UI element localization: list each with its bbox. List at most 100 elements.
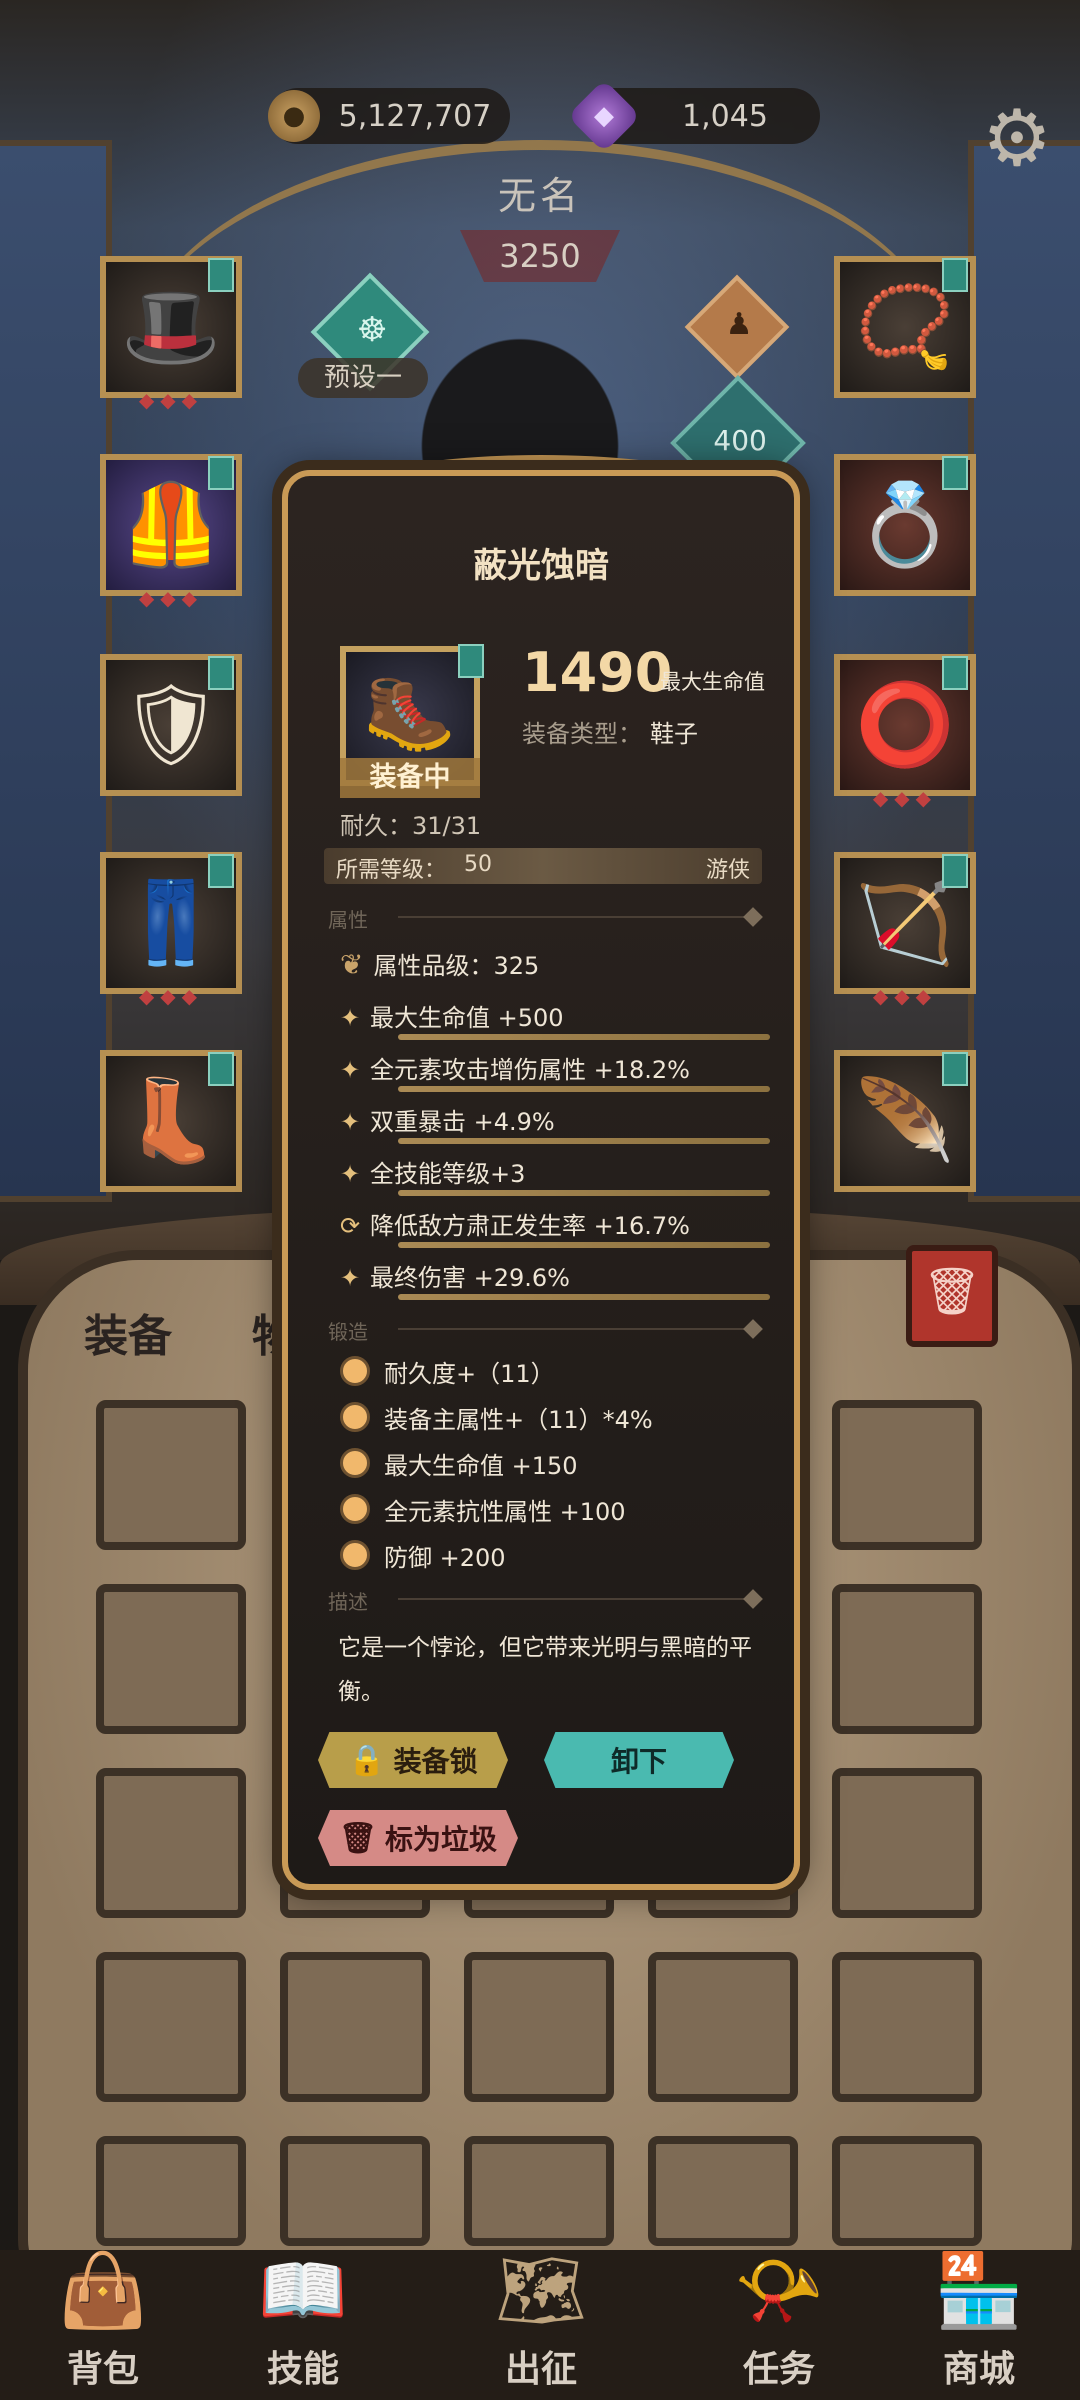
flag-icon (942, 854, 968, 888)
socket-gems: ◆◆◆ (138, 586, 204, 610)
lock-button[interactable]: 🔒 装备锁 (318, 1732, 508, 1788)
forge-row: 耐久度+（11） (340, 1354, 555, 1389)
slot-helmet[interactable]: 🎩 ◆◆◆ (100, 256, 242, 412)
class-label: 游侠 (705, 858, 750, 883)
lock-icon: 🔒 (348, 1742, 386, 1778)
slot-gloves[interactable]: 🛡 (100, 654, 242, 796)
forge-text: 全元素抗性属性 +100 (384, 1498, 626, 1526)
attr-header: 属性 (328, 908, 368, 932)
star-icon: ✦ (340, 1004, 361, 1032)
socket-gems: ◆◆◆ (138, 388, 204, 412)
equipped-label: 装备中 (340, 758, 480, 798)
gold-counter[interactable]: ● 5,127,707 (268, 88, 510, 144)
socket-gems: ◆◆◆ (872, 984, 938, 1008)
slot-crossbow[interactable]: 🏹 ◆◆◆ (834, 852, 976, 1008)
inventory-cell[interactable] (832, 1768, 982, 1918)
junk-label: 标为垃圾 (385, 1823, 498, 1856)
flag-icon (942, 656, 968, 690)
stat-text: 最大生命值 +500 (370, 1004, 564, 1032)
inventory-cell[interactable] (464, 1952, 614, 2102)
stat-row: ✦ 全元素攻击增伤属性 +18.2% (340, 1050, 770, 1085)
forge-dot-icon (340, 1356, 370, 1386)
star-icon: ✦ (340, 1056, 361, 1084)
nav-skills[interactable]: 📖 技能 (228, 2240, 378, 2400)
desc-header: 描述 (328, 1590, 368, 1614)
inventory-cell[interactable] (280, 1952, 430, 2102)
stat-text: 全元素攻击增伤属性 +18.2% (370, 1056, 690, 1084)
slot-necklace[interactable]: 📿 (834, 256, 976, 398)
flag-icon (208, 1052, 234, 1086)
flag-icon (208, 258, 234, 292)
mark-junk-button[interactable]: 🗑 标为垃圾 (318, 1810, 518, 1866)
inventory-cell[interactable] (832, 1584, 982, 1734)
stat-row: ✦ 最终伤害 +29.6% (340, 1258, 770, 1293)
inventory-cell[interactable] (648, 2136, 798, 2246)
required-level-bar: 所需等级： 50 游侠 (324, 848, 762, 884)
flag-icon (942, 1052, 968, 1086)
item-detail-popup: 蔽光蚀暗 🥾 装备中 1490 最大生命值 装备类型： 鞋子 耐久：31/31 … (282, 470, 800, 1890)
slot-bracelet[interactable]: ⭕ ◆◆◆ (834, 654, 976, 810)
inventory-cell[interactable] (832, 1952, 982, 2102)
flag-icon (208, 656, 234, 690)
forge-text: 防御 +200 (384, 1544, 506, 1572)
forge-header: 锻造 (328, 1320, 368, 1344)
stat-bar (398, 1034, 770, 1040)
inventory-cell[interactable] (464, 2136, 614, 2246)
slot-boots[interactable]: 👢 (100, 1050, 242, 1192)
right-pillar (968, 140, 1080, 1202)
slot-pants[interactable]: 👖 ◆◆◆ (100, 852, 242, 1008)
forge-row: 最大生命值 +150 (340, 1446, 578, 1481)
nav-label: 背包 (66, 2349, 139, 2390)
forge-dot-icon (340, 1540, 370, 1570)
inventory-cell[interactable] (96, 1768, 246, 1918)
inventory-cell[interactable] (96, 2136, 246, 2246)
gear-icon[interactable]: ⚙ (976, 98, 1058, 180)
hero-power: 3250 (460, 230, 620, 282)
forge-text: 耐久度+（11） (384, 1360, 555, 1388)
socket-gems: ◆◆◆ (872, 786, 938, 810)
stat-row: ✦ 双重暴击 +4.9% (340, 1102, 770, 1137)
inventory-cell[interactable] (648, 1952, 798, 2102)
inventory-cell[interactable] (96, 1400, 246, 1550)
slot-ring[interactable]: 💍 (834, 454, 976, 596)
nav-label: 出征 (504, 2349, 577, 2390)
nav-bag[interactable]: 👜 背包 (28, 2240, 178, 2400)
main-stat-value: 1490 (522, 641, 673, 704)
forge-dot-icon (340, 1494, 370, 1524)
slot-quiver[interactable]: 🪶 (834, 1050, 976, 1192)
nav-quests[interactable]: 📯 任务 (704, 2240, 854, 2400)
divider (398, 1328, 758, 1330)
slot-armor[interactable]: 🦺 ◆◆◆ (100, 454, 242, 610)
diamond-icon (743, 907, 763, 927)
inventory-cell[interactable] (832, 2136, 982, 2246)
star-icon: ✦ (340, 1108, 361, 1136)
nav-label: 任务 (742, 2349, 815, 2390)
stat-bar (398, 1086, 770, 1092)
gold-value: 5,127,707 (338, 98, 492, 134)
required-level: 50 (464, 852, 492, 877)
forge-text: 最大生命值 +150 (384, 1452, 578, 1480)
nav-shop[interactable]: 🏪 商城 (904, 2240, 1054, 2400)
stat-row: ⟳ 降低敌方肃正发生率 +16.7% (340, 1206, 770, 1241)
gem-value: 1,045 (682, 98, 768, 134)
lotus-icon: ❦ (340, 948, 364, 981)
trash-icon[interactable]: 🗑 (906, 1245, 998, 1347)
unequip-button[interactable]: 卸下 (544, 1732, 734, 1788)
gem-counter[interactable]: ◆ 1,045 (567, 79, 820, 153)
inventory-cell[interactable] (280, 2136, 430, 2246)
stat-text: 降低敌方肃正发生率 +16.7% (370, 1212, 690, 1240)
inventory-cell[interactable] (832, 1400, 982, 1550)
refresh-icon: ⟳ (340, 1212, 361, 1240)
nav-expedition[interactable]: 🗺 出征 (466, 2240, 616, 2400)
hero-name: 无名 (497, 174, 582, 218)
tab-equipment[interactable]: 装备 (84, 1300, 172, 1364)
socket-gems: ◆◆◆ (138, 984, 204, 1008)
forge-row: 装备主属性+（11）*4% (340, 1400, 653, 1435)
lock-label: 装备锁 (393, 1745, 478, 1778)
horn-icon: 📯 (734, 2248, 824, 2332)
main-stat-label: 最大生命值 (660, 670, 765, 694)
book-icon: 📖 (258, 2248, 348, 2332)
inventory-cell[interactable] (96, 1584, 246, 1734)
inventory-cell[interactable] (96, 1952, 246, 2102)
diamond-icon (743, 1589, 763, 1609)
